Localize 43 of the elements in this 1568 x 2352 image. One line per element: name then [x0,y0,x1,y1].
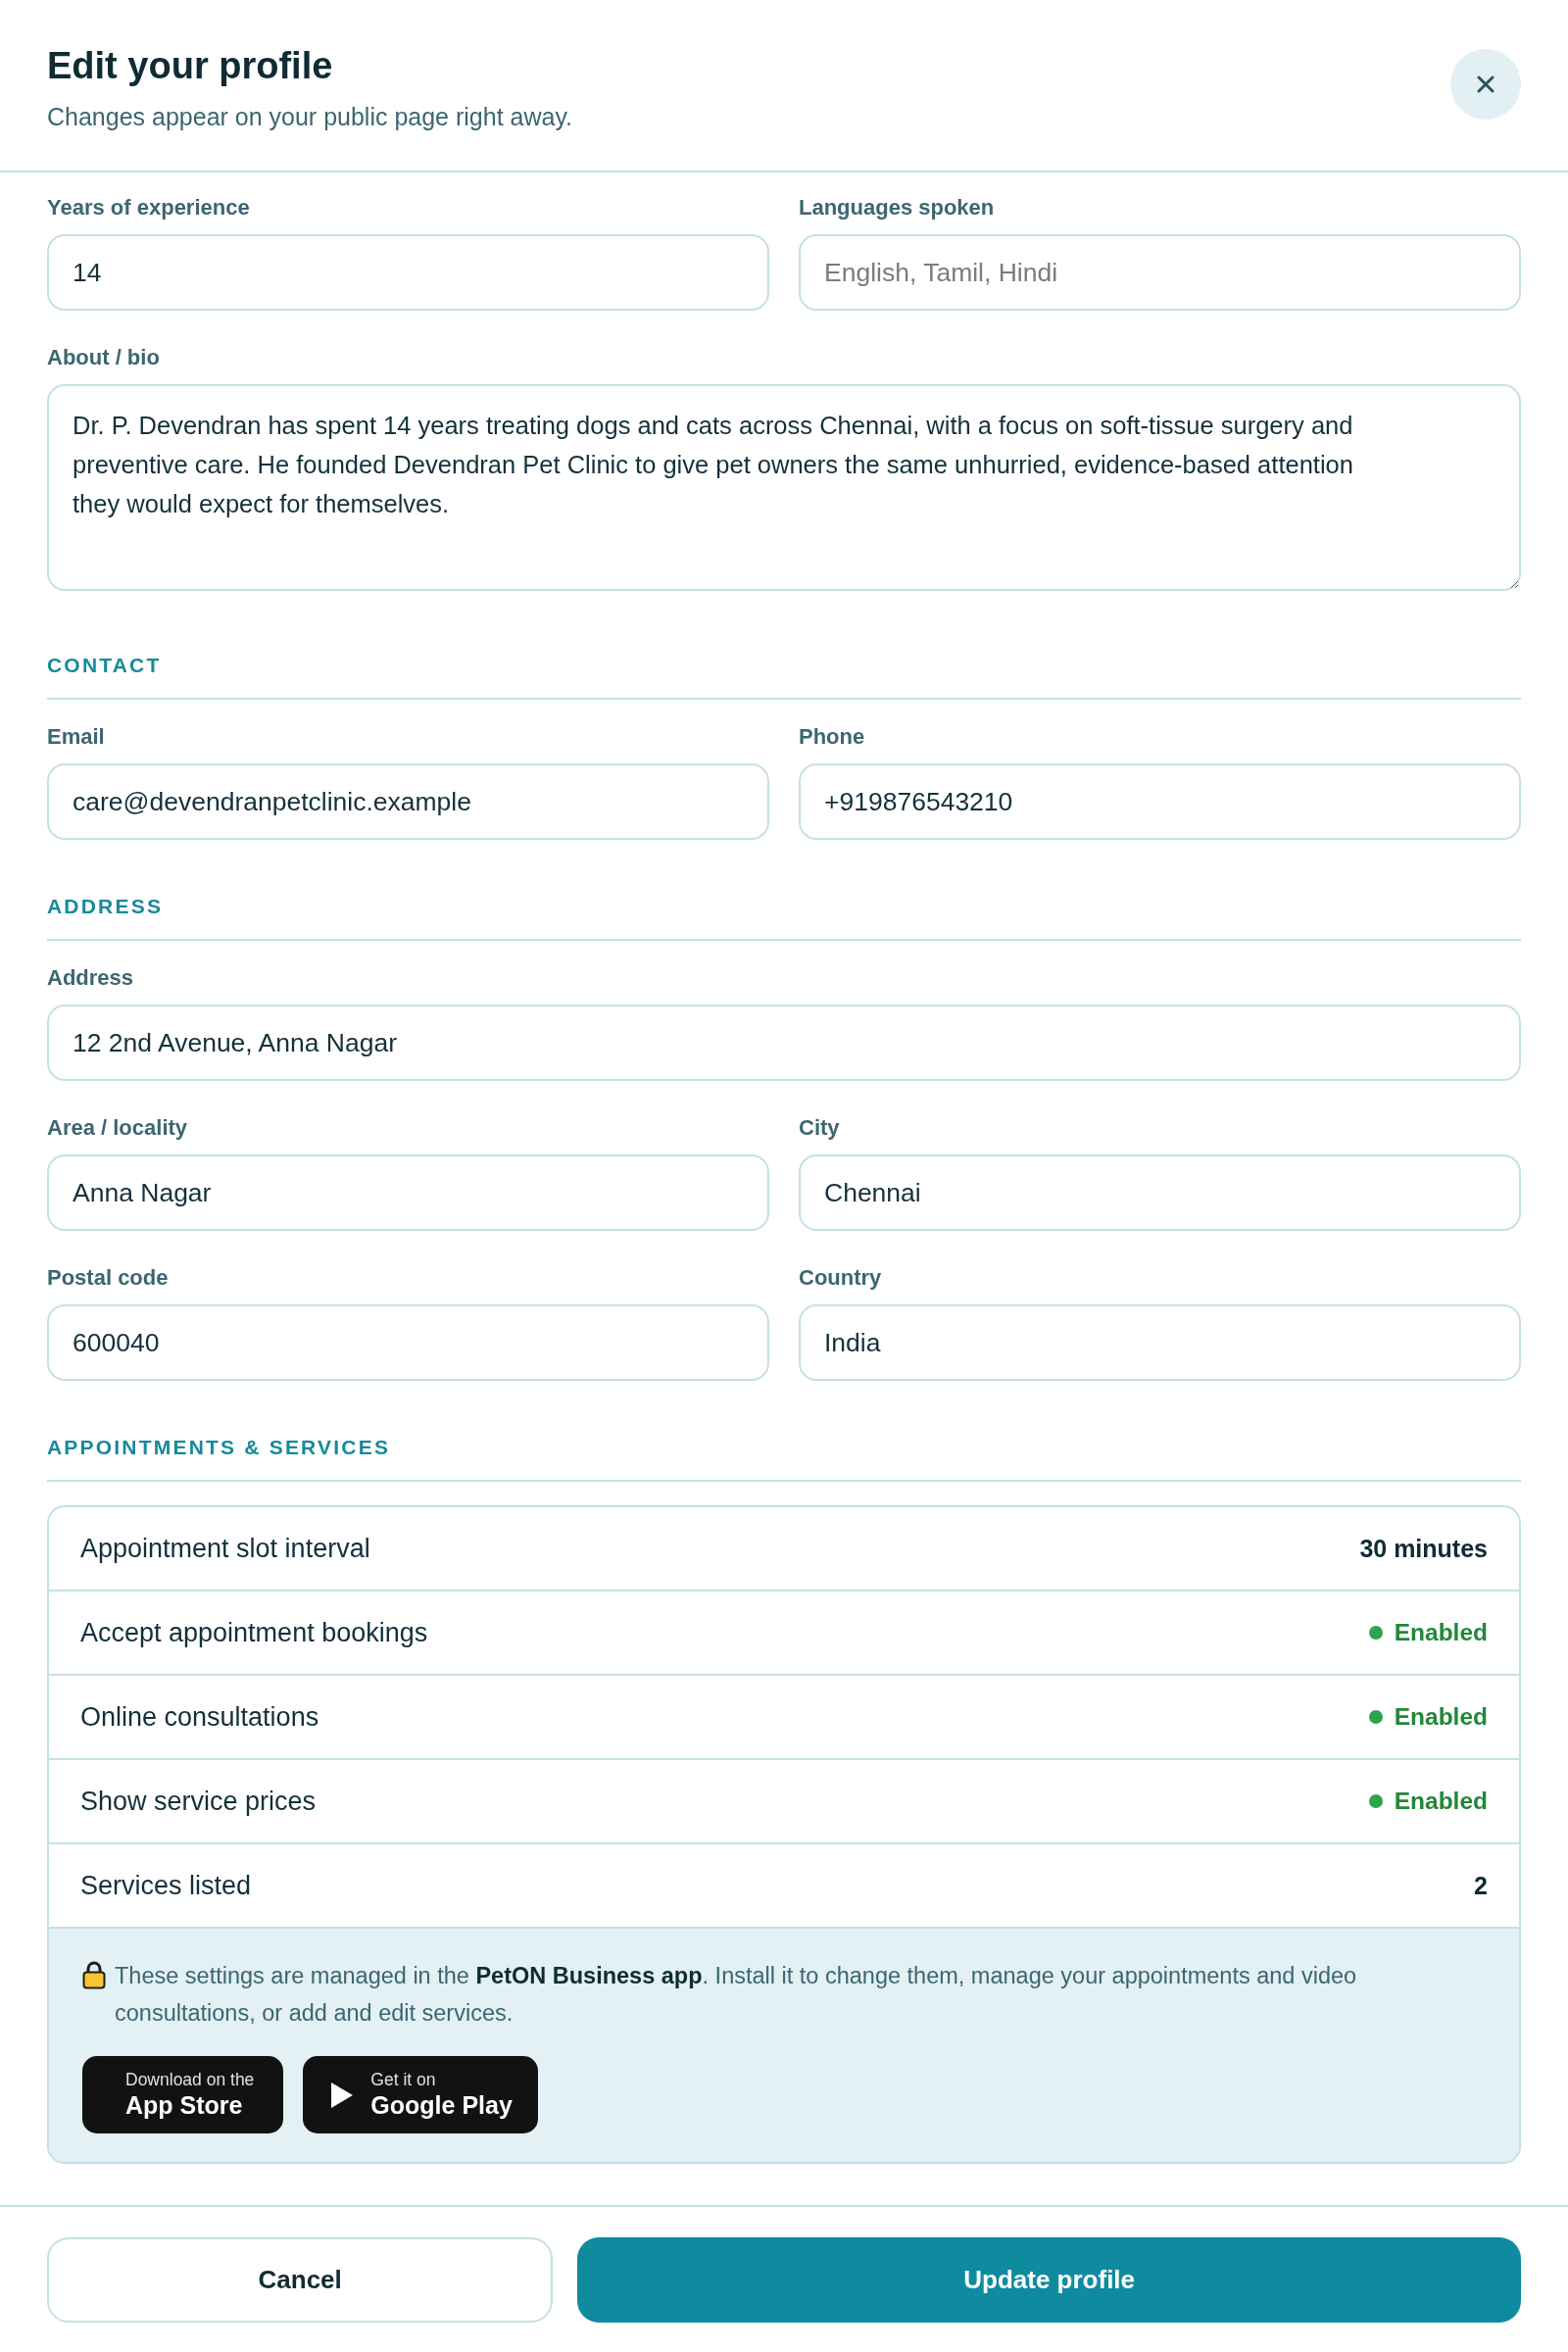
setting-label: Appointment slot interval [80,1533,370,1564]
text-field[interactable]: India [799,1304,1521,1381]
cancel-button[interactable]: Cancel [47,2237,554,2323]
text-field[interactable]: care@devendranpetclinic.example [47,763,769,840]
lock-icon [82,1960,106,1989]
text-field[interactable]: 12 2nd Avenue, Anna Nagar [47,1004,1521,1081]
status-text: Enabled [1394,1619,1488,1646]
dialog-subtitle: Changes appear on your public page right away. [47,102,572,131]
field-label: Postal code [47,1264,170,1292]
text-field[interactable]: Chennai [799,1154,1521,1231]
play-icon [331,2082,354,2108]
field-label: Languages spoken [799,194,996,221]
text-field[interactable]: 14 [47,234,769,311]
status-text: Enabled [1394,1788,1488,1815]
dialog-title: Edit your profile [47,44,334,88]
text-field[interactable]: English, Tamil, Hindi [799,234,1521,311]
setting-value: 30 minutes [1359,1534,1488,1563]
setting-label: Show service prices [80,1786,317,1817]
text-field[interactable]: Anna Nagar [47,1154,769,1231]
info-text: These settings are managed in the PetON Business app. Install it to change them, manage your appointments and video consultations, or add and edit services. [115,1962,1358,2028]
status-text: Enabled [1394,1703,1488,1731]
field-label: Email [47,723,106,751]
field-label: Years of experience [47,194,251,221]
field-label: Country [799,1264,883,1292]
field-label: City [799,1114,841,1142]
text-field[interactable]: 600040 [47,1304,769,1381]
submit-button[interactable]: Update profile [577,2237,1521,2323]
text-field[interactable]: +919876543210 [799,763,1521,840]
field-label: Phone [799,723,866,751]
field-label: Area / locality [47,1114,189,1142]
setting-value: 2 [1474,1871,1488,1900]
section-heading: APPOINTMENTS & SERVICES [47,1436,391,1458]
text-area[interactable]: Dr. P. Devendran has spent 14 years treating dogs and cats across Chennai, with a focus on soft-tissue surgery and preventive care. He founded Devendran Pet Clinic to give pet owners the same unhurried, evidence-based attention they would expect for themselves. [47,384,1521,591]
field-label: About / bio [47,344,161,371]
app-store-button[interactable]: Download on the App Store [82,2056,284,2133]
setting-label: Services listed [80,1870,252,1901]
field-label: Address [47,964,135,992]
google-play-button[interactable]: Get it on Google Play [303,2056,538,2133]
section-heading: ADDRESS [47,895,164,917]
setting-label: Accept appointment bookings [80,1617,428,1648]
setting-label: Online consultations [80,1701,319,1733]
section-heading: CONTACT [47,654,162,676]
close-icon [1477,75,1494,93]
